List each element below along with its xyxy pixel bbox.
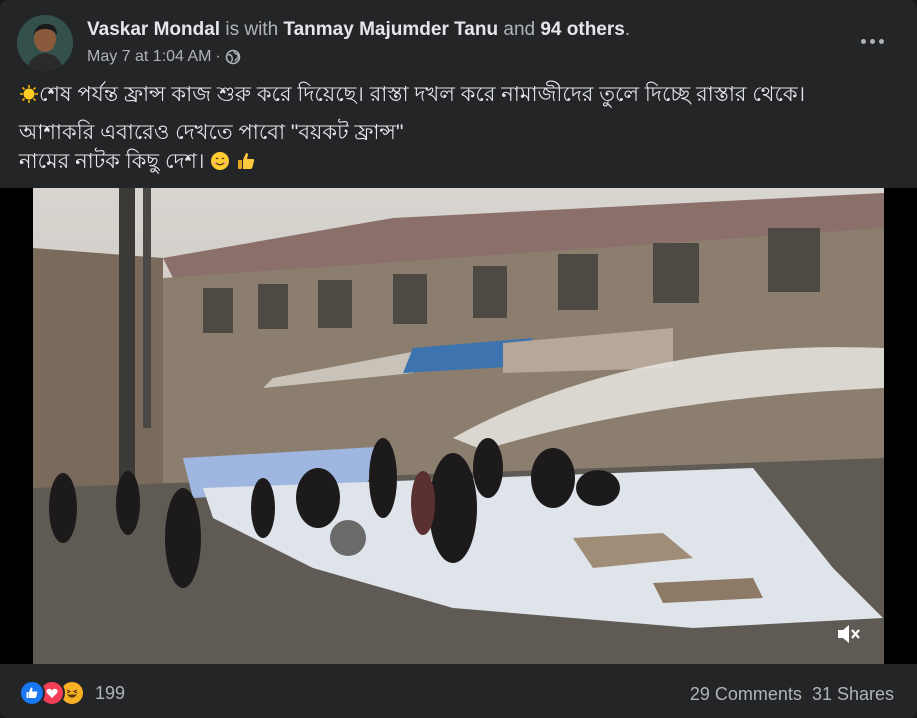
period-text: . [624, 19, 631, 40]
video-player[interactable] [33, 188, 884, 664]
author-avatar[interactable] [17, 15, 73, 71]
video-thumbnail [33, 188, 884, 664]
like-icon [19, 680, 45, 706]
post-footer: 199 29 Comments 31 Shares [17, 672, 900, 714]
globe-icon[interactable] [225, 49, 241, 65]
post-text-line-3: নামের নাটক কিছু দেশ। [19, 147, 898, 179]
post-meta: May 7 at 1:04 AM · [87, 46, 241, 68]
comments-count-link[interactable]: 29 Comments [690, 682, 802, 706]
shares-count-link[interactable]: 31 Shares [812, 682, 894, 706]
post-media [0, 188, 917, 664]
post-timestamp[interactable]: May 7 at 1:04 AM [87, 46, 212, 68]
smile-emoji [210, 150, 230, 179]
author-line: Vaskar Mondal is with Tanmay Majumder Ta… [87, 17, 630, 43]
post-text-line-2: আশাকরি এবারেও দেখতে পাবো "বয়কট ফ্রান্স" [19, 118, 898, 147]
sun-emoji [19, 83, 39, 112]
more-options-button[interactable] [854, 23, 890, 59]
more-dot [878, 38, 884, 44]
post-text: শেষ পর্যন্ত ফ্রান্স কাজ শুরু করে দিয়েছে… [19, 80, 898, 185]
post-header: Vaskar Mondal is with Tanmay Majumder Ta… [17, 15, 900, 73]
tagged-user-link[interactable]: Tanmay Majumder Tanu [283, 19, 498, 40]
post-text-line-1-text: শেষ পর্যন্ত ফ্রান্স কাজ শুরু করে দিয়েছে… [39, 83, 806, 106]
others-link[interactable]: 94 others [540, 19, 624, 40]
engagement-stats: 29 Comments 31 Shares [690, 682, 894, 706]
author-name[interactable]: Vaskar Mondal [87, 19, 220, 40]
more-dot [869, 38, 875, 44]
thumbs-up-emoji [236, 150, 256, 179]
reaction-count[interactable]: 199 [95, 680, 125, 706]
post-text-line-1: শেষ পর্যন্ত ফ্রান্স কাজ শুরু করে দিয়েছে… [19, 80, 898, 112]
and-text: and [503, 19, 536, 40]
post-text-line-3-text: নামের নাটক কিছু দেশ। [19, 150, 205, 173]
with-text: is with [225, 19, 279, 40]
meta-separator: · [215, 48, 221, 65]
post-card: Vaskar Mondal is with Tanmay Majumder Ta… [0, 0, 917, 718]
more-dot [860, 38, 866, 44]
reaction-summary[interactable]: 199 [19, 680, 125, 706]
volume-muted-icon[interactable] [834, 620, 862, 648]
post-text-line-2-text: আশাকরি এবারেও দেখতে পাবো "বয়কট ফ্রান্স" [19, 121, 404, 144]
